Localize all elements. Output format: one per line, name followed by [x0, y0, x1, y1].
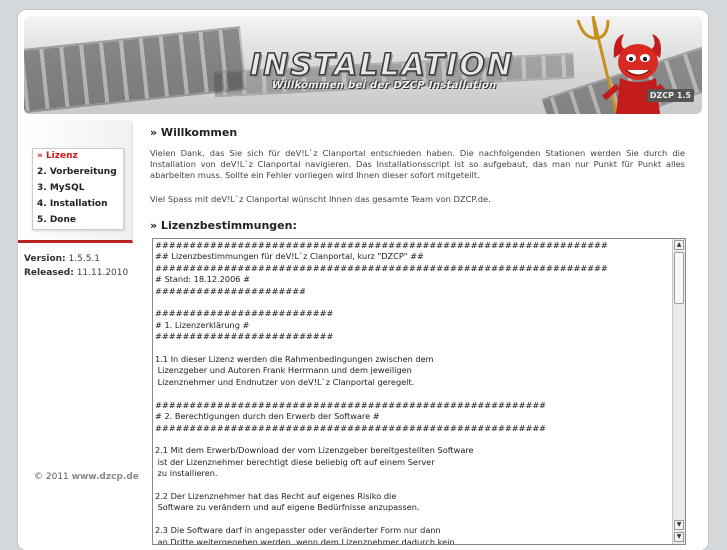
header-banner: INSTALLATION Willkommen bei der DZCP Ins…	[24, 16, 702, 114]
welcome-text-2: Viel Spass mit deV!L`z Clanportal wünsch…	[150, 194, 491, 204]
scroll-thumb[interactable]	[674, 252, 684, 304]
copyright: © 2011 www.dzcp.de	[34, 472, 139, 482]
version-info: Version: 1.5.5.1 Released: 11.11.2010	[24, 252, 128, 280]
license-textarea[interactable]: ########################################…	[152, 238, 686, 545]
nav-item-vorbereitung[interactable]: 2. Vorbereitung	[33, 165, 123, 181]
version-label: Version:	[24, 254, 66, 264]
version-value: 1.5.5.1	[68, 254, 101, 264]
nav-item-mysql[interactable]: 3. MySQL	[33, 181, 123, 197]
nav-item-done[interactable]: 5. Done	[33, 213, 123, 229]
copyright-text: © 2011	[34, 472, 69, 482]
released-value: 11.11.2010	[76, 268, 129, 278]
license-heading: » Lizenzbestimmungen:	[150, 219, 297, 232]
header-subtitle: Willkommen bei der DZCP Installation	[272, 80, 497, 91]
license-scrollbar[interactable]: ▲ ▼ ▼	[672, 239, 685, 544]
film-strip-decoration	[24, 26, 247, 114]
sidebar: » Lizenz 2. Vorbereitung 3. MySQL 4. Ins…	[18, 120, 133, 243]
scroll-up-arrow-icon[interactable]: ▲	[674, 240, 684, 250]
scroll-down-arrow-icon[interactable]: ▼	[674, 520, 684, 530]
scroll-down-arrow-icon[interactable]: ▼	[674, 532, 684, 542]
nav-item-installation[interactable]: 4. Installation	[33, 197, 123, 213]
released-label: Released:	[24, 268, 74, 278]
welcome-heading: » Willkommen	[150, 126, 238, 139]
site-link[interactable]: www.dzcp.de	[72, 472, 139, 482]
version-badge: DZCP 1.5	[646, 89, 694, 102]
header-title: INSTALLATION	[249, 47, 515, 84]
nav-item-lizenz[interactable]: » Lizenz	[33, 149, 123, 165]
welcome-text: Vielen Dank, das Sie sich für deV!L`z Cl…	[150, 148, 685, 180]
page-frame: INSTALLATION Willkommen bei der DZCP Ins…	[18, 10, 708, 550]
install-steps-nav: » Lizenz 2. Vorbereitung 3. MySQL 4. Ins…	[32, 148, 124, 230]
license-text: ########################################…	[155, 240, 608, 545]
